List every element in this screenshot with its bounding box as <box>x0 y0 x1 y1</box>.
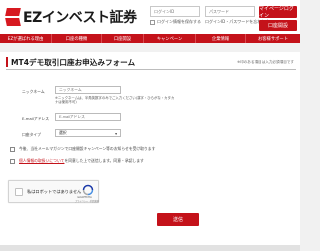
open-account-button[interactable]: 口座開設 <box>259 20 297 31</box>
account-type-select[interactable]: 選択 ▾ <box>55 129 121 137</box>
title-accent <box>6 57 8 67</box>
save-login-label: ログイン情報を保存する <box>157 19 201 24</box>
logo-icon <box>5 8 21 26</box>
nav-item-account-types[interactable]: 口座の種類 <box>52 34 102 43</box>
recaptcha-checkbox[interactable] <box>15 188 23 196</box>
main-nav: EZが選ばれる理由 口座の種類 口座開設 キャンペーン 企業情報 お客様サポート <box>0 34 300 43</box>
newsletter-row[interactable]: 今後、当社メールマガジンで口座開設キャンペーン等のお知らせを受け取ります <box>10 146 155 152</box>
login-button[interactable]: マイページログイン <box>259 6 297 19</box>
account-type-value: 選択 <box>59 130 67 135</box>
login-password-input[interactable] <box>205 6 255 17</box>
recaptcha-widget: 私はロボットではありません reCAPTCHA プライバシー - 利用規約 <box>8 180 99 203</box>
privacy-link[interactable]: 個人情報の取扱いについて <box>19 158 64 164</box>
newsletter-checkbox[interactable] <box>10 146 15 152</box>
logo[interactable]: EZインベスト証券 <box>5 6 137 28</box>
nav-item-campaign[interactable]: キャンペーン <box>144 34 196 43</box>
page-title: MT4デモ取引口座お申込みフォーム <box>11 58 136 67</box>
nickname-hint: ※ニックネームは、半角英数字のみでご入力ください(漢字・ひらがな・カタカナは使用… <box>55 96 175 105</box>
form-title-bar: MT4デモ取引口座お申込みフォーム ※印のある項目は入力必須項目です <box>6 56 296 70</box>
privacy-label: を同意した上で送信します。同意・承認します <box>64 158 144 163</box>
nav-item-open-account[interactable]: 口座開設 <box>102 34 144 43</box>
newsletter-label: 今後、当社メールマガジンで口座開設キャンペーン等のお知らせを受け取ります <box>19 146 156 151</box>
recaptcha-terms[interactable]: プライバシー - 利用規約 <box>75 199 99 203</box>
account-type-label: 口座タイプ <box>22 132 41 137</box>
save-login-row[interactable]: ログイン情報を保存する <box>150 19 201 25</box>
privacy-row[interactable]: 個人情報の取扱いについて を同意した上で送信します。同意・承認します <box>10 158 144 164</box>
submit-button[interactable]: 送信 <box>157 213 199 226</box>
nickname-label: ニックネーム <box>22 89 45 94</box>
chevron-down-icon: ▾ <box>115 131 117 136</box>
required-note: ※印のある項目は入力必須項目です <box>237 60 294 64</box>
site-header: EZインベスト証券 ログイン情報を保存する ログインID・パスワードを忘れた方 … <box>0 0 300 34</box>
email-input[interactable] <box>55 113 121 121</box>
login-id-input[interactable] <box>150 6 200 17</box>
email-label: E-mailアドレス <box>22 116 50 121</box>
logo-text: EZインベスト証券 <box>23 10 137 26</box>
recaptcha-icon <box>82 184 94 196</box>
form-panel: MT4デモ取引口座お申込みフォーム ※印のある項目は入力必須項目です ニックネー… <box>0 52 300 251</box>
nav-item-reasons[interactable]: EZが選ばれる理由 <box>0 34 52 43</box>
save-login-checkbox[interactable] <box>150 19 155 25</box>
nickname-input[interactable] <box>55 86 121 94</box>
nav-item-support[interactable]: お客様サポート <box>246 34 300 43</box>
privacy-checkbox[interactable] <box>10 158 15 164</box>
footer-strip <box>0 245 300 251</box>
nav-item-company[interactable]: 企業情報 <box>196 34 246 43</box>
recaptcha-label: 私はロボットではありません <box>27 189 82 194</box>
